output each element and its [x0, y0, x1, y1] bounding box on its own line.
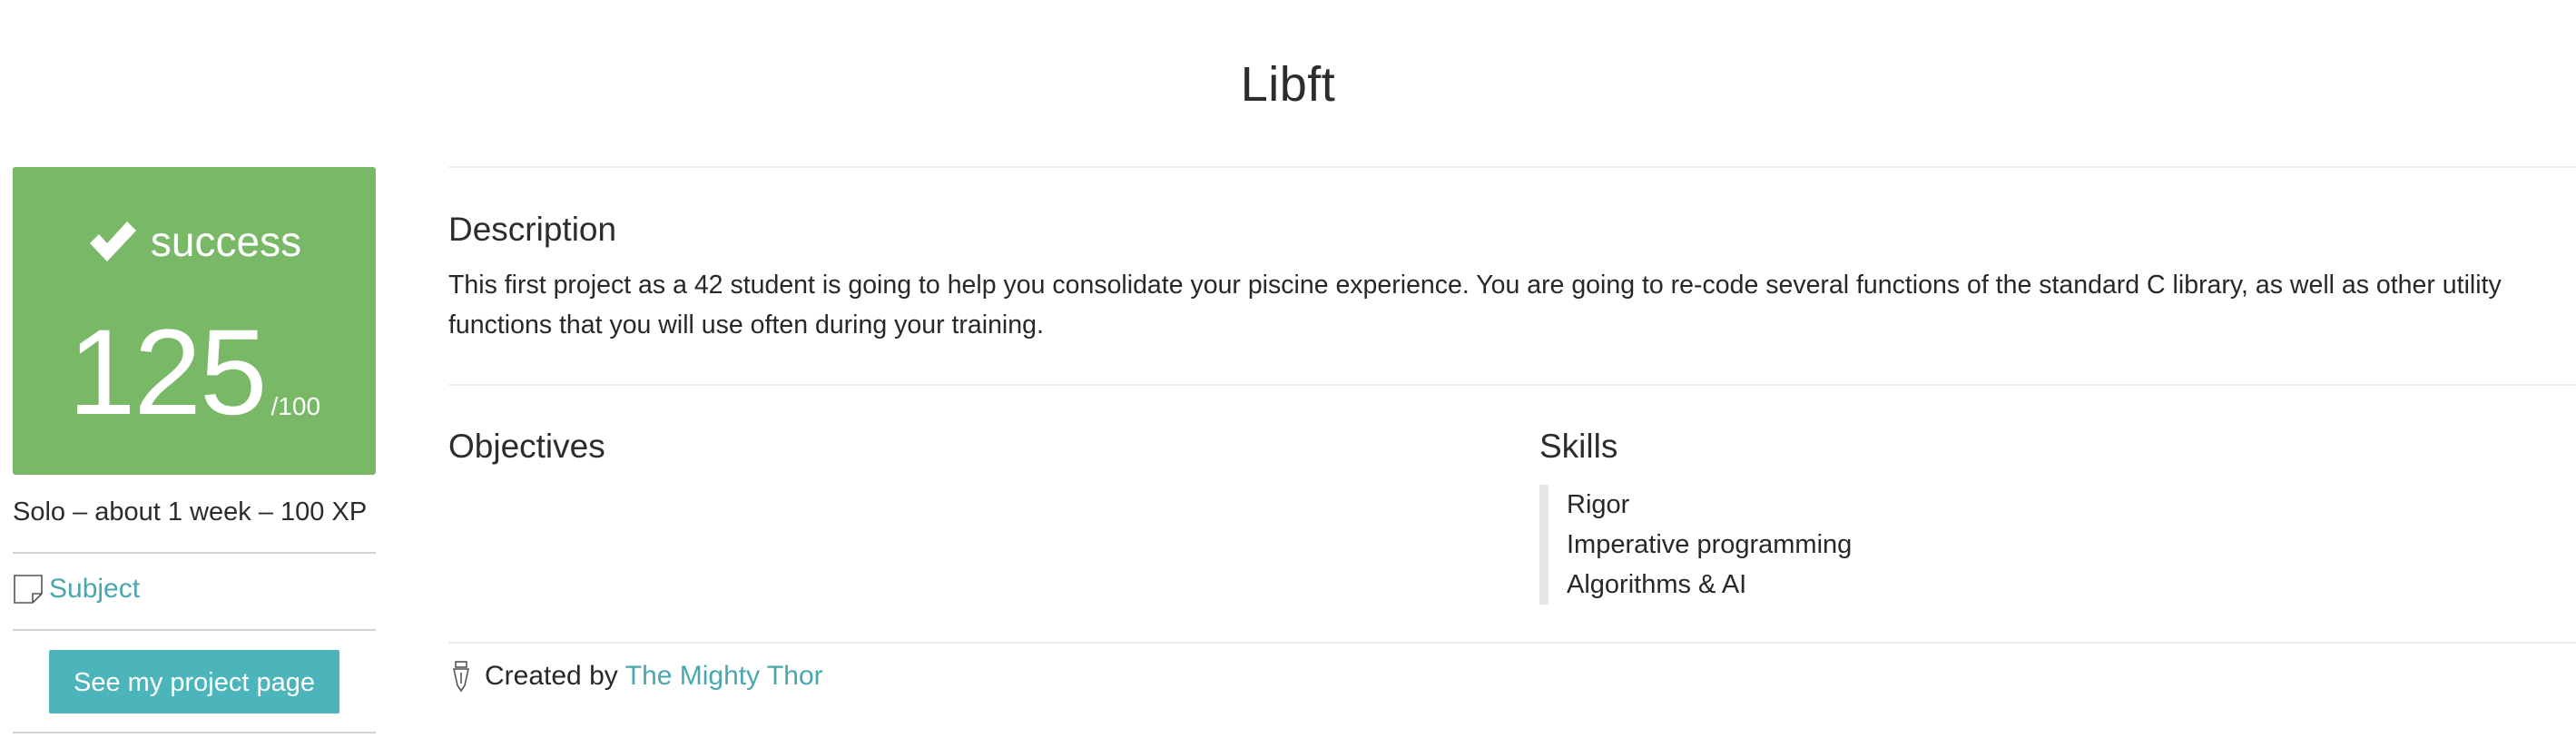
score-row: 125 /100 — [13, 312, 376, 434]
check-icon — [89, 221, 136, 261]
subject-row[interactable]: Subject — [13, 574, 140, 605]
project-meta: Solo – about 1 week – 100 XP — [13, 497, 368, 527]
divider — [448, 642, 2576, 644]
description-text: This first project as a 42 student is go… — [448, 271, 2502, 340]
objectives-heading: Objectives — [448, 428, 605, 465]
skill-item: Imperative programming — [1567, 530, 1853, 559]
score-card: success 125 /100 — [13, 167, 376, 475]
divider — [13, 732, 376, 733]
document-icon — [14, 575, 43, 604]
score-value: 125 — [67, 305, 268, 440]
status-label: success — [150, 218, 302, 265]
divider — [13, 552, 376, 554]
skills-heading: Skills — [1539, 428, 1618, 465]
page-title: Libft — [1240, 57, 1336, 112]
skill-item: Rigor — [1567, 490, 1630, 519]
pen-nib-icon — [453, 661, 469, 693]
subject-link[interactable]: Subject — [49, 574, 140, 605]
see-project-page-button[interactable]: See my project page — [49, 650, 339, 714]
description-heading: Description — [448, 211, 617, 248]
author-link[interactable]: The Mighty Thor — [625, 661, 823, 692]
skill-item: Algorithms & AI — [1567, 570, 1747, 599]
divider — [448, 166, 2576, 168]
credit-row: Created by The Mighty Thor — [448, 660, 823, 693]
skills-list: Rigor Imperative programming Algorithms … — [1539, 485, 1852, 605]
divider — [448, 384, 2576, 386]
score-max: /100 — [270, 392, 321, 420]
divider — [13, 629, 376, 631]
status-row: success — [13, 219, 376, 264]
credit-prefix: Created by — [485, 661, 618, 691]
